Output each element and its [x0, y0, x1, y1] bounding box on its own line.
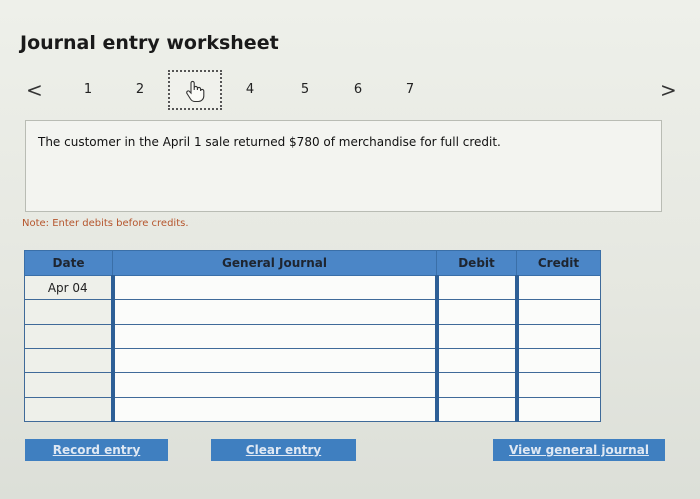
debit-column-header: Debit [436, 250, 517, 276]
debit-input[interactable] [434, 347, 517, 374]
date-column-header: Date [24, 250, 113, 276]
table-row [24, 347, 601, 374]
view-general-journal-button[interactable]: View general journal [493, 439, 665, 461]
date-cell [24, 323, 113, 349]
transaction-prompt: The customer in the April 1 sale returne… [38, 135, 501, 149]
hand-pointer-icon [184, 79, 206, 107]
nav-page-7[interactable]: 7 [400, 76, 420, 104]
nav-page-5[interactable]: 5 [295, 76, 315, 104]
credit-input[interactable] [514, 347, 601, 374]
credit-input[interactable] [514, 299, 601, 325]
nav-page-2[interactable]: 2 [130, 76, 150, 104]
general-journal-column-header: General Journal [112, 250, 437, 276]
page-title: Journal entry worksheet [20, 32, 279, 54]
account-input[interactable] [110, 323, 437, 349]
debit-input[interactable] [434, 372, 517, 398]
table-row [24, 372, 601, 398]
nav-page-current[interactable] [168, 70, 222, 110]
credit-input[interactable] [514, 396, 601, 423]
debit-input[interactable] [434, 396, 517, 423]
journal-table: Date General Journal Debit Credit Apr 04 [24, 250, 601, 423]
chevron-right-icon[interactable]: > [660, 76, 677, 104]
record-entry-button[interactable]: Record entry [25, 439, 168, 461]
credit-input[interactable] [514, 372, 601, 398]
account-input[interactable] [110, 347, 437, 374]
debit-input[interactable] [434, 323, 517, 349]
date-cell [24, 372, 113, 398]
journal-header-row: Date General Journal Debit Credit [24, 250, 601, 276]
account-input[interactable] [110, 299, 437, 325]
account-input[interactable] [110, 372, 437, 398]
nav-page-4[interactable]: 4 [240, 76, 260, 104]
nav-page-6[interactable]: 6 [348, 76, 368, 104]
page-navigation: < 1 2 4 5 6 7 > [20, 70, 700, 110]
account-input[interactable] [110, 396, 437, 423]
clear-entry-button[interactable]: Clear entry [211, 439, 356, 461]
date-cell: Apr 04 [24, 274, 113, 301]
worksheet-frame: Journal entry worksheet < 1 2 4 5 6 7 > … [0, 0, 700, 499]
debit-input[interactable] [434, 299, 517, 325]
chevron-left-icon[interactable]: < [26, 76, 43, 104]
table-row: Apr 04 [24, 274, 601, 301]
date-cell [24, 299, 113, 325]
instruction-note: Note: Enter debits before credits. [22, 218, 189, 229]
table-row [24, 396, 601, 423]
date-cell [24, 396, 113, 423]
date-cell [24, 347, 113, 374]
nav-page-1[interactable]: 1 [78, 76, 98, 104]
table-row [24, 299, 601, 325]
credit-input[interactable] [514, 274, 601, 301]
transaction-prompt-box: The customer in the April 1 sale returne… [25, 120, 662, 212]
credit-column-header: Credit [516, 250, 601, 276]
debit-input[interactable] [434, 274, 517, 301]
credit-input[interactable] [514, 323, 601, 349]
account-input[interactable] [110, 274, 437, 301]
table-row [24, 323, 601, 349]
